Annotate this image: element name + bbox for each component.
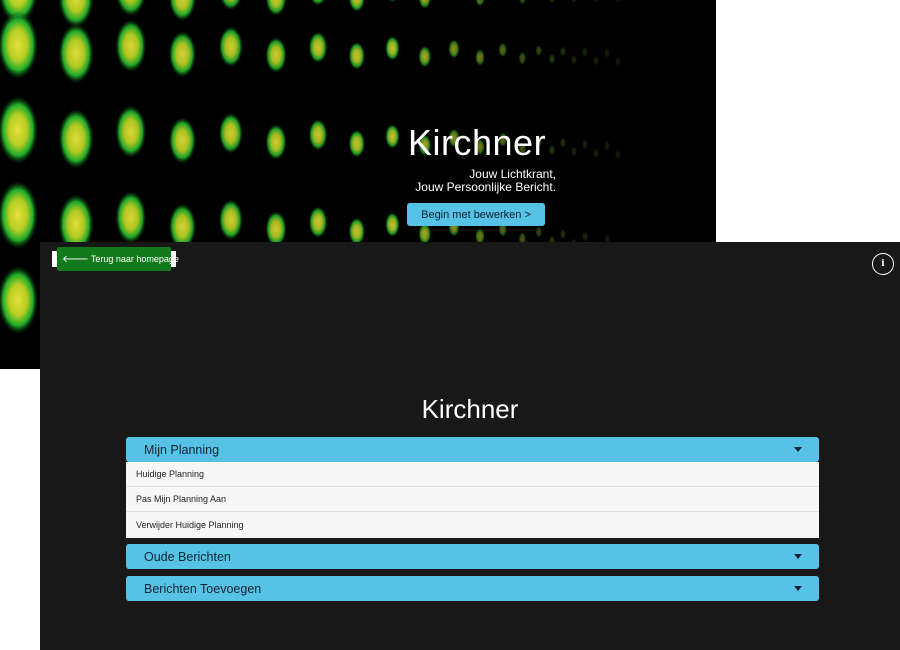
info-icon[interactable]: i — [872, 253, 894, 275]
chevron-down-icon — [794, 554, 802, 559]
back-to-homepage-button[interactable]: 🡐 Terug naar homepage — [57, 247, 179, 271]
begin-editing-button[interactable]: Begin met bewerken > — [407, 203, 545, 226]
panel-title: Kirchner — [421, 394, 519, 424]
planning-menu: Huidige Planning Pas Mijn Planning Aan V… — [126, 462, 819, 538]
accordion-label: Oude Berichten — [144, 549, 231, 564]
menu-item-huidige-planning[interactable]: Huidige Planning — [126, 462, 819, 487]
chevron-down-icon — [794, 447, 802, 452]
back-button-label: Terug naar homepage — [90, 254, 179, 264]
hero-subtitle-line2: Jouw Persoonlijke Bericht. — [415, 180, 556, 194]
accordion-label: Mijn Planning — [144, 442, 220, 457]
chevron-down-icon — [794, 586, 802, 591]
dashboard-panel: 🡐 Terug naar homepage i Kirchner Mijn Pl… — [40, 242, 900, 650]
accordion-mijn-planning[interactable]: Mijn Planning — [126, 437, 819, 462]
accordion-berichten-toevoegen[interactable]: Berichten Toevoegen — [126, 576, 819, 601]
hero-subtitle: Jouw Lichtkrant, Jouw Persoonlijke Beric… — [415, 168, 556, 194]
menu-item-verwijder-planning[interactable]: Verwijder Huidige Planning — [126, 512, 819, 537]
accordion-oude-berichten[interactable]: Oude Berichten — [126, 544, 819, 569]
menu-item-pas-planning-aan[interactable]: Pas Mijn Planning Aan — [126, 487, 819, 512]
hero-title: Kirchner — [408, 122, 547, 163]
arrow-left-icon: 🡐 — [62, 254, 89, 265]
accordion-label: Berichten Toevoegen — [144, 581, 262, 596]
